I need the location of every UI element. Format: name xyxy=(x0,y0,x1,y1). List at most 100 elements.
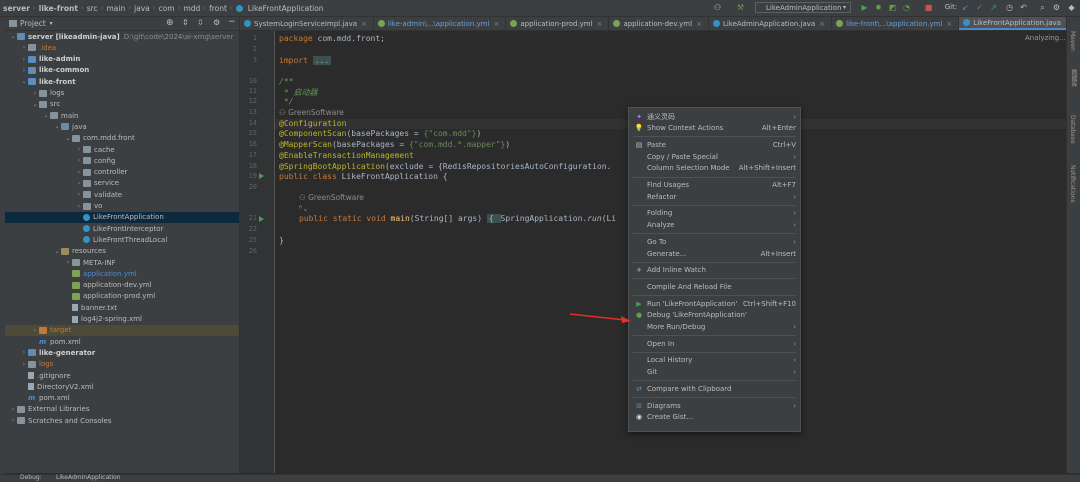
menu-item[interactable]: Open In › xyxy=(629,338,800,349)
settings-icon[interactable]: ⚙ xyxy=(1052,3,1061,12)
menu-item[interactable]: ⊞ Diagrams › xyxy=(629,400,800,411)
locate-icon[interactable]: ⊕ xyxy=(166,18,174,28)
chevron-right-icon[interactable]: › xyxy=(75,157,83,164)
hide-panel-icon[interactable]: − xyxy=(228,17,236,27)
inlay-hint[interactable]: ᴿ⌄ xyxy=(299,204,309,213)
tree-item[interactable]: › logs xyxy=(5,359,239,370)
menu-item[interactable]: More Run/Debug › xyxy=(629,322,800,333)
chevron-right-icon[interactable]: › xyxy=(20,44,28,51)
collapse-all-icon[interactable]: ⇳ xyxy=(197,18,204,27)
gutter-run-icon[interactable] xyxy=(259,216,264,222)
tree-item[interactable]: ⌄ java xyxy=(5,121,239,132)
chevron-right-icon[interactable]: › xyxy=(31,90,39,97)
close-icon[interactable]: × xyxy=(946,20,952,28)
breadcrumb-item[interactable]: java xyxy=(131,4,153,13)
breadcrumb-item[interactable]: com xyxy=(156,4,178,13)
tree-item[interactable]: › META-INF xyxy=(5,257,239,268)
tree-item[interactable]: application.yml xyxy=(5,268,239,279)
menu-item[interactable]: Compile And Reload File xyxy=(629,281,800,292)
tree-item[interactable]: ⌄ like-front xyxy=(5,76,239,87)
editor-tab[interactable]: SystemLoginServiceImpl.java × xyxy=(240,17,374,30)
chevron-right-icon[interactable]: › xyxy=(75,191,83,198)
folded-imports[interactable]: ... xyxy=(312,56,332,65)
rollback-icon[interactable]: ↶ xyxy=(1019,3,1028,12)
git-push-icon[interactable]: ↗ xyxy=(989,3,998,12)
chevron-down-icon[interactable]: ⌄ xyxy=(9,33,17,40)
gutter-run-icon[interactable] xyxy=(259,173,264,179)
run-icon[interactable]: ▶ xyxy=(860,3,869,12)
chevron-right-icon[interactable]: › xyxy=(20,56,28,63)
breadcrumb-item[interactable]: front xyxy=(206,4,230,13)
gear-icon[interactable]: ⚙ xyxy=(213,18,220,27)
project-panel-title[interactable]: Project xyxy=(20,19,46,28)
tree-item[interactable]: › like-admin xyxy=(5,54,239,65)
editor-tab[interactable]: LikeAdminApplication.java × xyxy=(709,17,833,30)
tree-item[interactable]: › like-generator xyxy=(5,347,239,358)
chevron-right-icon[interactable]: › xyxy=(64,259,72,266)
tree-item[interactable]: application-dev.yml xyxy=(5,280,239,291)
breadcrumb-item[interactable]: server xyxy=(0,4,33,13)
tree-item[interactable]: › config xyxy=(5,155,239,166)
chevron-right-icon[interactable]: › xyxy=(9,417,17,424)
tree-item[interactable]: › Scratches and Consoles xyxy=(5,415,239,426)
editor-tab[interactable]: application-prod.yml × xyxy=(506,17,610,30)
chevron-right-icon[interactable]: › xyxy=(20,349,28,356)
tree-item[interactable]: DirectoryV2.xml xyxy=(5,381,239,392)
tree-item[interactable]: LikeFrontThreadLocal xyxy=(5,234,239,245)
menu-item[interactable]: Local History › xyxy=(629,355,800,366)
menu-item[interactable]: Refactor › xyxy=(629,191,800,202)
git-commit-icon[interactable]: ✓ xyxy=(975,3,984,12)
chevron-down-icon[interactable]: ⌄ xyxy=(53,123,61,130)
tree-item[interactable]: application-prod.yml xyxy=(5,291,239,302)
close-icon[interactable]: × xyxy=(361,20,367,28)
menu-item[interactable]: ▤ Paste Ctrl+V xyxy=(629,139,800,150)
menu-item[interactable]: + Add Inline Watch xyxy=(629,265,800,276)
close-icon[interactable]: × xyxy=(597,20,603,28)
menu-item[interactable]: Generate... Alt+Insert xyxy=(629,248,800,259)
chevron-right-icon[interactable]: › xyxy=(75,180,83,187)
chevron-right-icon[interactable]: › xyxy=(20,67,28,74)
close-icon[interactable]: × xyxy=(494,20,500,28)
search-icon[interactable]: ⌕ xyxy=(1038,3,1047,12)
editor-tab[interactable]: like-front\...\application.yml × xyxy=(832,17,960,30)
tree-item[interactable]: ⌄ server [likeadmin-java] D:\git\code\2024… xyxy=(5,31,239,42)
menu-item[interactable]: ◉ Create Gist... xyxy=(629,412,800,423)
author-hint[interactable]: ⚇ GreenSoftware xyxy=(279,108,344,117)
tree-item[interactable]: › .idea xyxy=(5,42,239,53)
tree-item[interactable]: › vo xyxy=(5,201,239,212)
debug-tab-label[interactable]: Debug: xyxy=(20,474,42,481)
tree-item[interactable]: banner.txt xyxy=(5,302,239,313)
tree-item[interactable]: › service xyxy=(5,178,239,189)
author-hint[interactable]: ⚇ GreenSoftware xyxy=(299,193,364,202)
ide-logo-icon[interactable]: ◆ xyxy=(1067,3,1076,12)
stop-icon[interactable]: ■ xyxy=(924,3,933,12)
maven-tool-button[interactable]: Maven xyxy=(1069,31,1076,51)
debug-config-label[interactable]: LikeAdminApplication xyxy=(56,474,121,481)
tree-item[interactable]: LikeFrontApplication xyxy=(5,211,239,223)
git-update-icon[interactable]: ↙ xyxy=(961,3,970,12)
history-icon[interactable]: ◷ xyxy=(1005,3,1014,12)
user-icon[interactable]: ⚇ xyxy=(713,3,722,12)
tree-item[interactable]: m pom.xml xyxy=(5,336,239,347)
tree-item[interactable]: › target xyxy=(5,324,239,336)
chevron-right-icon[interactable]: › xyxy=(75,169,83,176)
editor-tab[interactable]: like-admin\...\application.yml × xyxy=(374,17,507,30)
menu-item[interactable]: Go To › xyxy=(629,236,800,247)
expand-all-icon[interactable]: ⇕ xyxy=(182,18,189,27)
hammer-icon[interactable]: ⚒ xyxy=(736,3,745,12)
chevron-down-icon[interactable]: ⌄ xyxy=(31,101,39,108)
close-icon[interactable]: × xyxy=(819,20,825,28)
breadcrumb-item[interactable]: mdd xyxy=(180,4,203,13)
chevron-down-icon[interactable]: ⌄ xyxy=(53,248,61,255)
notifications-tool-button[interactable]: Notifications xyxy=(1069,165,1076,203)
close-icon[interactable]: × xyxy=(696,20,702,28)
chevron-down-icon[interactable]: ⌄ xyxy=(20,78,28,85)
editor-tab[interactable]: LikeFrontApplication.java× xyxy=(959,17,1078,30)
tree-item[interactable]: LikeFrontInterceptor xyxy=(5,223,239,234)
database-tool-button[interactable]: Database xyxy=(1069,115,1076,144)
menu-item[interactable]: ⇄ Compare with Clipboard xyxy=(629,383,800,394)
editor-tab[interactable]: application-dev.yml × xyxy=(609,17,709,30)
chevron-right-icon[interactable]: › xyxy=(31,327,39,334)
menu-item[interactable]: 💡 Show Context Actions Alt+Enter xyxy=(629,123,800,134)
tree-item[interactable]: ⌄ main xyxy=(5,110,239,121)
